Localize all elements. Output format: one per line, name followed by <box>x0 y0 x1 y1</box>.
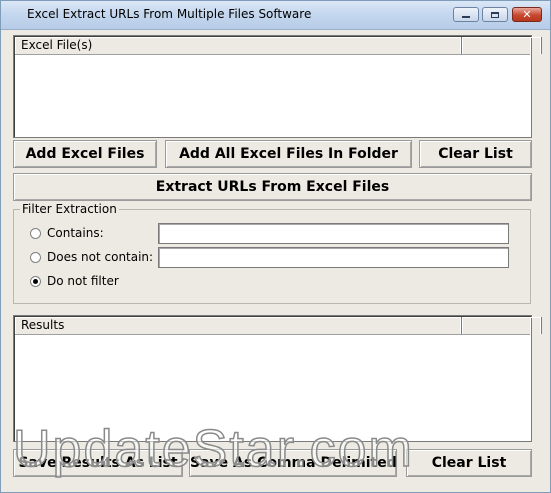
window-title: Excel Extract URLs From Multiple Files S… <box>27 7 312 21</box>
save-comma-delimited-button[interactable]: Save As Comma Delimited <box>189 449 397 477</box>
maximize-button[interactable] <box>482 7 508 22</box>
contains-input[interactable] <box>158 223 509 244</box>
clear-excel-list-button[interactable]: Clear List <box>419 140 532 168</box>
not-contains-radio[interactable] <box>30 251 41 263</box>
not-contains-input[interactable] <box>158 247 509 268</box>
not-contains-label: Does not contain: <box>47 250 154 264</box>
filter-option-no-filter[interactable]: Do not filter <box>30 273 119 289</box>
no-filter-radio[interactable] <box>30 275 41 287</box>
column-header-results[interactable]: Results <box>15 317 462 334</box>
minimize-button[interactable] <box>453 7 479 22</box>
results-list-header: Results <box>15 317 542 335</box>
column-header-empty[interactable] <box>462 37 542 54</box>
extract-urls-button[interactable]: Extract URLs From Excel Files <box>13 173 532 201</box>
app-window: Excel Extract URLs From Multiple Files S… <box>0 0 551 493</box>
filter-option-contains[interactable]: Contains: <box>30 225 104 241</box>
filter-extraction-label: Filter Extraction <box>20 202 119 216</box>
filter-option-not-contains[interactable]: Does not contain: <box>30 249 153 265</box>
excel-files-list[interactable]: Excel File(s) <box>13 35 542 138</box>
minimize-icon <box>462 16 470 18</box>
save-results-list-button[interactable]: Save Results As List <box>13 449 183 477</box>
clear-results-list-button[interactable]: Clear List <box>406 449 532 477</box>
filter-extraction-group: Filter Extraction Contains: Does not con… <box>13 202 531 304</box>
contains-label: Contains: <box>47 226 104 240</box>
close-button[interactable]: ✕ <box>512 7 542 22</box>
no-filter-label: Do not filter <box>47 274 119 288</box>
results-list[interactable]: Results <box>13 315 542 442</box>
close-icon: ✕ <box>522 8 532 21</box>
column-header-empty[interactable] <box>462 317 542 334</box>
column-header-excel-files[interactable]: Excel File(s) <box>15 37 462 54</box>
contains-radio[interactable] <box>30 227 41 239</box>
add-excel-files-button[interactable]: Add Excel Files <box>13 140 157 168</box>
title-bar[interactable]: Excel Extract URLs From Multiple Files S… <box>1 1 550 30</box>
maximize-icon <box>491 11 499 18</box>
add-folder-button[interactable]: Add All Excel Files In Folder <box>165 140 412 168</box>
excel-files-list-header: Excel File(s) <box>15 37 542 55</box>
